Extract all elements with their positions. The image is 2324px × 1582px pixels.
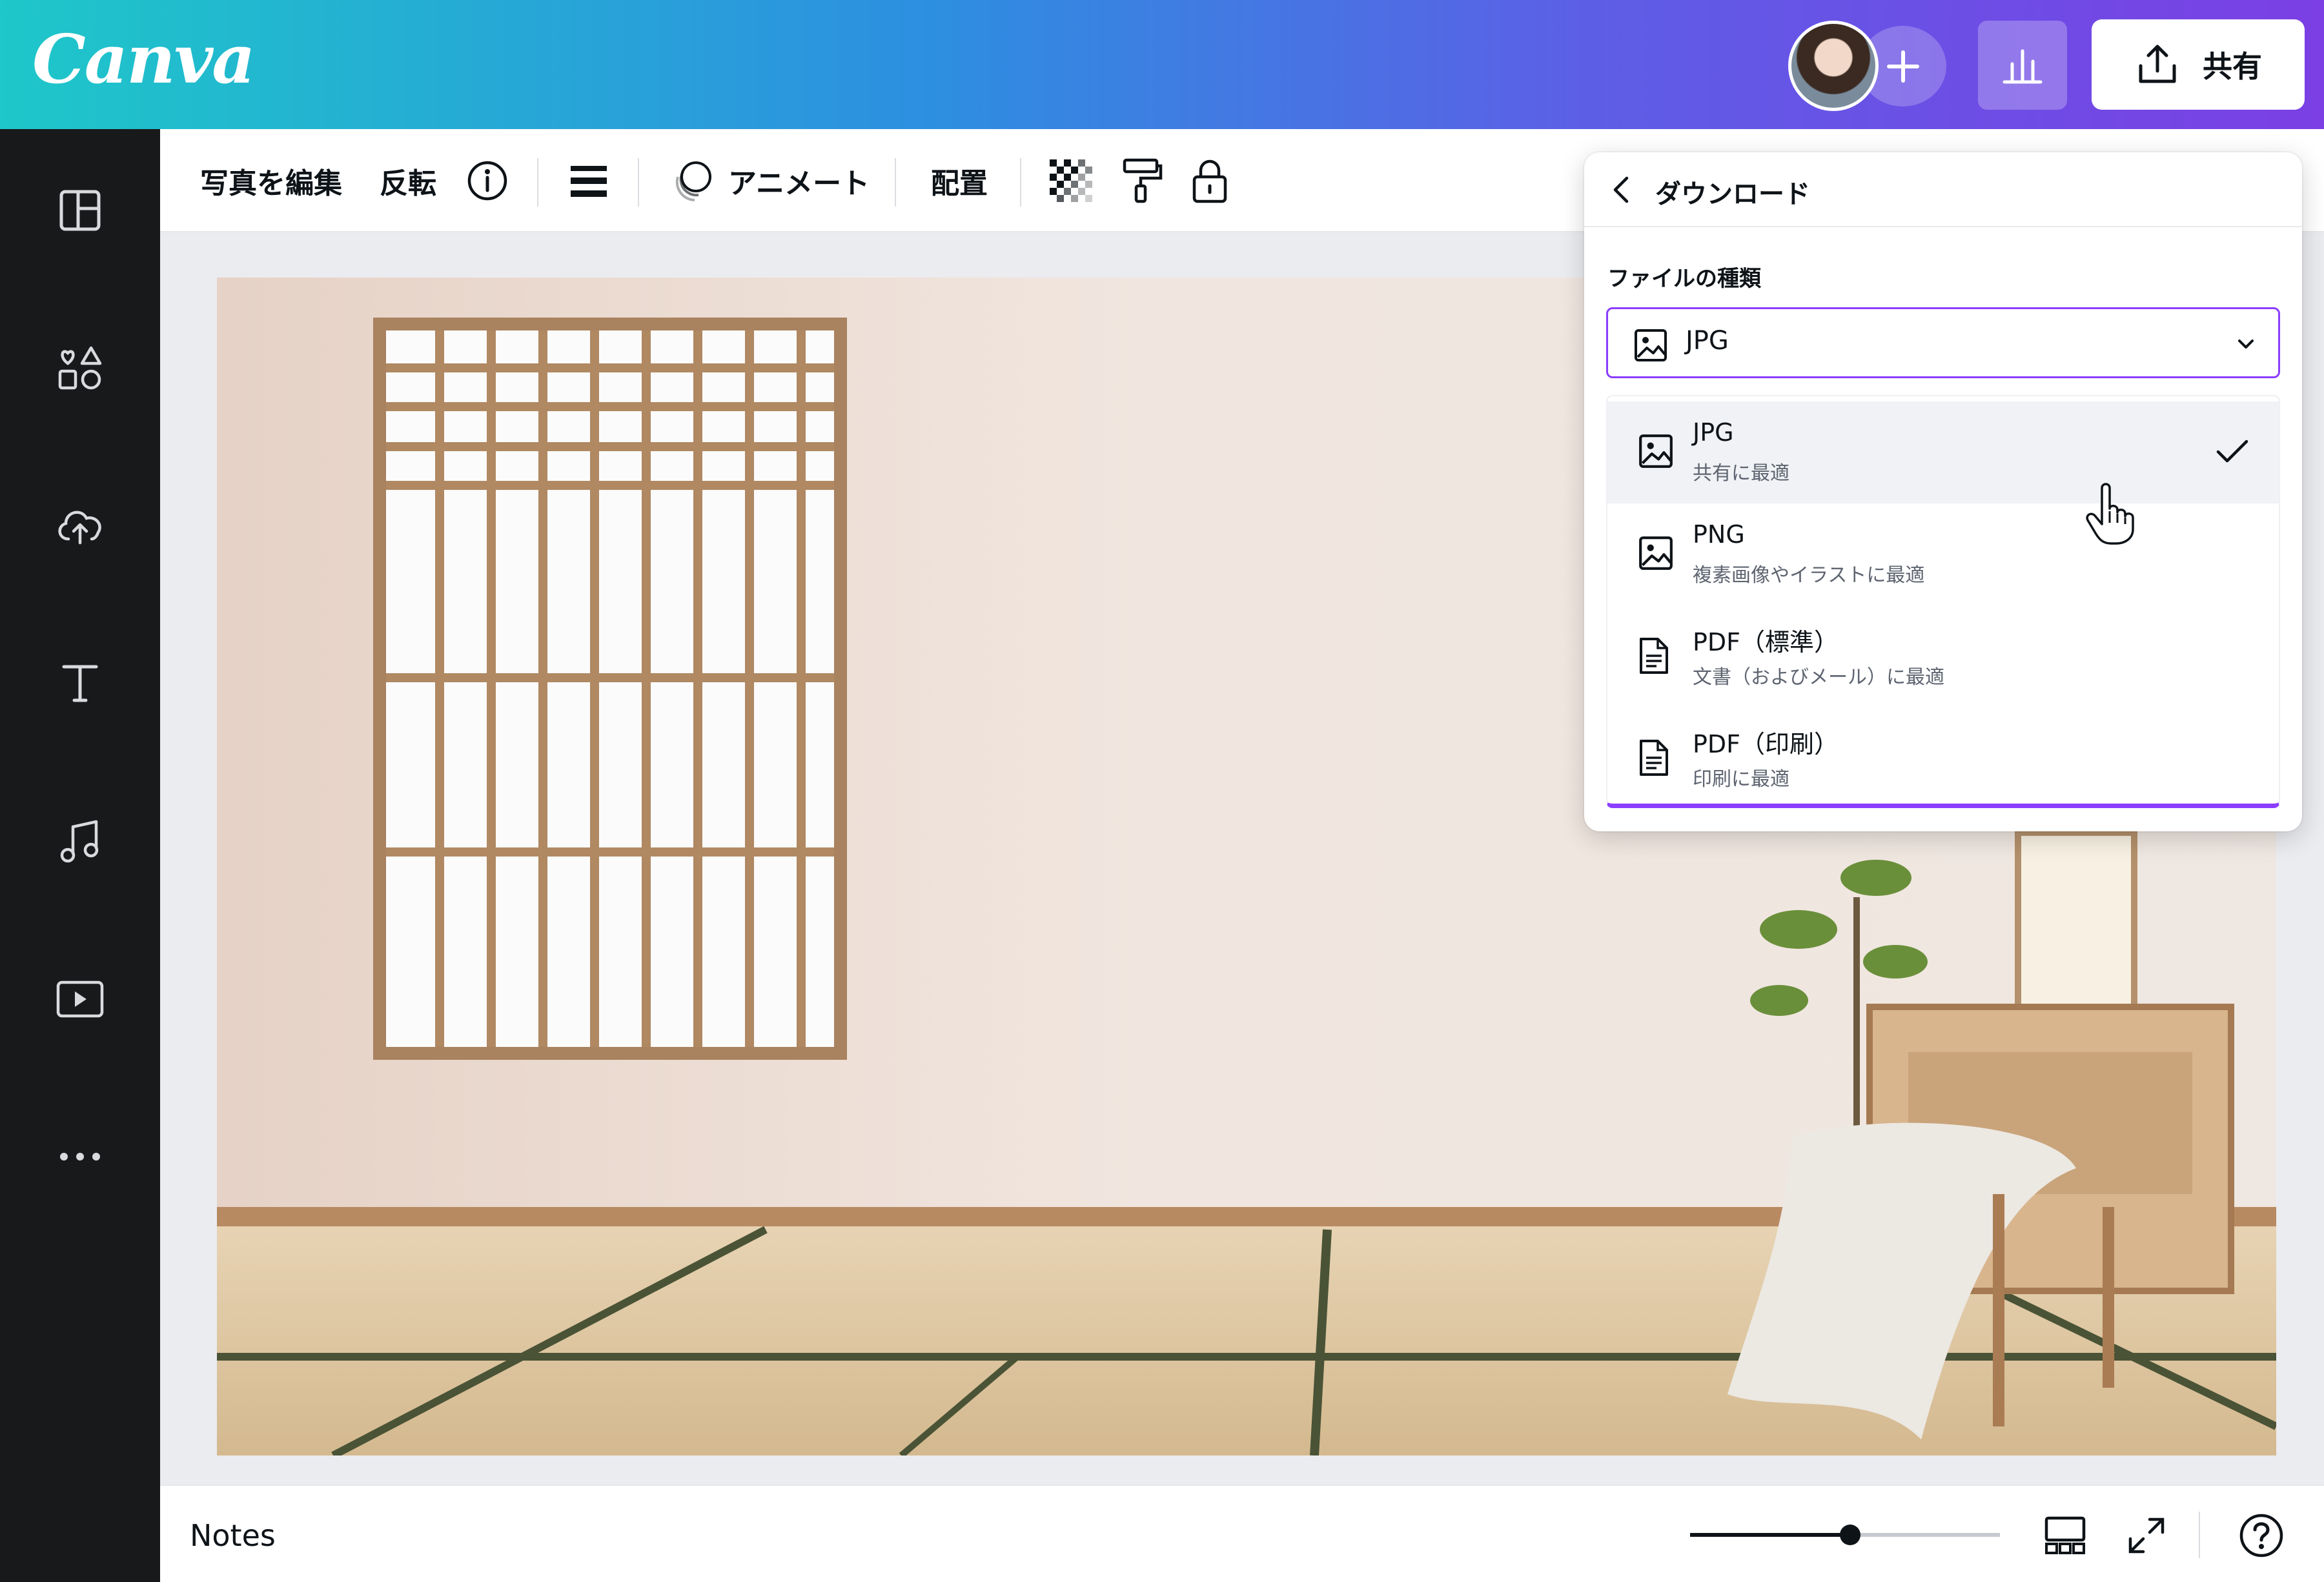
option-subtitle: 共有に最適 xyxy=(1693,462,1789,485)
file-type-options: JPG 共有に最適 PNG 複素画像やイラストに最適 PDF（標準） 文書（およ… xyxy=(1606,395,2280,808)
fullscreen-icon[interactable] xyxy=(2126,1516,2166,1556)
image-icon xyxy=(1639,434,1673,468)
bottom-divider xyxy=(2199,1512,2200,1558)
image-icon xyxy=(1639,536,1673,570)
copy-style-button[interactable] xyxy=(1121,129,1163,232)
file-type-value: JPG xyxy=(1686,326,1729,356)
line-weight-button[interactable] xyxy=(569,129,608,232)
checkmark-icon xyxy=(2216,440,2248,463)
insights-button[interactable] xyxy=(1978,21,2067,110)
share-button[interactable]: 共有 xyxy=(2092,19,2305,110)
chevron-down-icon xyxy=(2238,340,2254,349)
zoom-slider[interactable] xyxy=(1690,1522,2000,1548)
upload-share-icon xyxy=(2139,45,2176,83)
help-icon[interactable] xyxy=(2237,1512,2285,1559)
music-icon[interactable] xyxy=(54,816,106,867)
flip-button[interactable]: 反転 xyxy=(380,129,436,232)
grid-view-icon[interactable] xyxy=(2044,1514,2086,1557)
edit-photo-button[interactable]: 写真を編集 xyxy=(200,129,342,232)
canva-app: Canva 共有 写真を編集 反転 アニメート 配置 Notes ダウンロード … xyxy=(0,0,2324,1582)
bar-chart-icon xyxy=(2003,49,2043,84)
line-weight-icon xyxy=(571,166,607,197)
option-title: PDF（標準） xyxy=(1693,628,1839,656)
option-title: PDF（印刷） xyxy=(1693,730,1839,758)
plus-icon xyxy=(1886,50,1919,83)
share-label: 共有 xyxy=(2203,49,2262,84)
layout-icon[interactable] xyxy=(54,185,106,236)
download-panel: ダウンロード ファイルの種類 JPG JPG 共有に最適 PNG 複素画像やイラ… xyxy=(1584,152,2302,831)
option-png[interactable]: PNG 複素画像やイラストに最適 xyxy=(1607,503,2279,605)
notes-button[interactable]: Notes xyxy=(190,1518,276,1553)
document-icon xyxy=(1640,638,1668,674)
toolbar-divider xyxy=(537,158,538,207)
info-icon xyxy=(467,161,507,201)
more-icon[interactable] xyxy=(54,1131,106,1182)
option-title: PNG xyxy=(1693,520,1745,549)
option-jpg[interactable]: JPG 共有に最適 xyxy=(1607,401,2279,545)
image-icon xyxy=(1635,329,1667,361)
download-panel-header: ダウンロード xyxy=(1584,152,2302,227)
file-type-select[interactable]: JPG xyxy=(1606,307,2280,378)
bottom-bar: Notes xyxy=(160,1485,2324,1582)
back-button[interactable] xyxy=(1602,170,1641,209)
file-type-label: ファイルの種類 xyxy=(1607,266,1761,292)
text-icon[interactable] xyxy=(54,657,106,709)
avatar[interactable] xyxy=(1788,21,1879,111)
upload-icon[interactable] xyxy=(54,500,106,551)
option-subtitle: 文書（およびメール）に最適 xyxy=(1693,666,1944,689)
option-title: JPG xyxy=(1693,418,1734,447)
animate-button[interactable]: アニメート xyxy=(669,129,870,232)
toolbar-divider xyxy=(638,158,639,207)
transparency-button[interactable] xyxy=(1050,129,1092,232)
chevron-left-icon xyxy=(1613,176,1629,203)
elements-icon[interactable] xyxy=(54,342,106,394)
option-subtitle: 複素画像やイラストに最適 xyxy=(1693,564,1925,587)
top-header: Canva 共有 xyxy=(0,0,2324,129)
canva-logo[interactable]: Canva xyxy=(32,19,256,99)
video-icon[interactable] xyxy=(54,973,106,1025)
animate-icon xyxy=(675,161,711,201)
option-subtitle: 印刷に最適 xyxy=(1693,768,1789,791)
info-button[interactable] xyxy=(466,129,509,232)
download-title: ダウンロード xyxy=(1655,179,1810,209)
transparency-icon xyxy=(1050,159,1092,202)
animate-label: アニメート xyxy=(728,167,870,200)
shoji-window xyxy=(373,318,847,1060)
paint-roller-icon xyxy=(1123,158,1163,203)
left-sidebar xyxy=(0,129,160,1582)
toolbar-divider xyxy=(1020,158,1021,207)
lock-icon xyxy=(1192,159,1227,203)
document-icon xyxy=(1640,740,1668,776)
toolbar-divider xyxy=(895,158,896,207)
position-button[interactable]: 配置 xyxy=(931,129,988,232)
lock-button[interactable] xyxy=(1190,129,1229,232)
option-pdf-print[interactable]: PDF（印刷） 印刷に最適 xyxy=(1607,707,2279,804)
option-pdf-standard[interactable]: PDF（標準） 文書（およびメール）に最適 xyxy=(1607,605,2279,707)
